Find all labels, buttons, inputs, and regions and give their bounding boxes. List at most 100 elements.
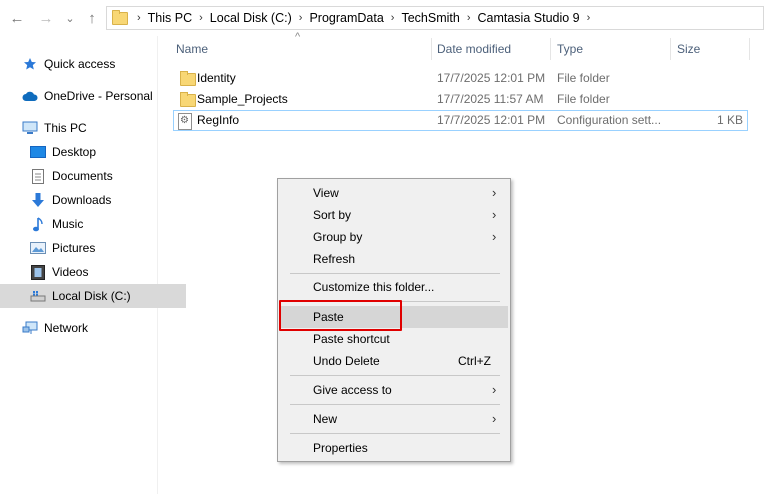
column-divider[interactable]: [749, 38, 750, 60]
computer-icon: [22, 120, 38, 136]
menu-item-label: Undo Delete: [313, 354, 380, 368]
breadcrumb-techsmith[interactable]: TechSmith: [397, 11, 463, 25]
folder-icon: [180, 92, 196, 107]
sidebar-item-desktop[interactable]: Desktop: [0, 140, 186, 164]
sidebar-item-this-pc[interactable]: This PC: [0, 116, 178, 140]
folder-icon: [180, 71, 196, 86]
menu-item-sort-by[interactable]: Sort by ›: [280, 204, 508, 226]
breadcrumb-separator: ›: [586, 12, 591, 24]
back-arrow-icon: ←: [9, 9, 25, 27]
menu-item-new[interactable]: New ›: [280, 408, 508, 430]
sidebar-item-label: Quick access: [44, 57, 116, 71]
navigation-bar: ← → ⌄ ↑ › This PC › Local Disk (C:) › Pr…: [0, 0, 767, 36]
menu-item-give-access-to[interactable]: Give access to ›: [280, 379, 508, 401]
breadcrumb-separator: ›: [199, 12, 203, 24]
star-icon: [22, 56, 38, 72]
sidebar-item-downloads[interactable]: Downloads: [0, 188, 186, 212]
column-divider[interactable]: [670, 38, 671, 60]
folder-icon: [112, 9, 128, 25]
menu-item-label: Group by: [313, 230, 363, 244]
sidebar-item-local-disk[interactable]: Local Disk (C:): [0, 284, 186, 308]
file-type: Configuration sett...: [557, 113, 662, 127]
column-header-date-modified[interactable]: Date modified: [437, 36, 547, 62]
menu-separator: [290, 375, 500, 376]
up-arrow-icon: ↑: [88, 9, 96, 27]
sidebar-item-label: Documents: [52, 169, 113, 183]
sidebar-item-videos[interactable]: Videos: [0, 260, 186, 284]
file-name: RegInfo: [197, 113, 240, 127]
navigation-pane: Quick access OneDrive - Personal This PC…: [0, 36, 186, 494]
column-divider[interactable]: [550, 38, 551, 60]
file-name: Sample_Projects: [197, 92, 288, 106]
menu-item-label: Paste shortcut: [313, 332, 390, 346]
sidebar-item-pictures[interactable]: Pictures: [0, 236, 186, 260]
file-row-identity[interactable]: Identity 17/7/2025 12:01 PM File folder: [173, 68, 748, 89]
menu-item-label: View: [313, 186, 339, 200]
sidebar-item-label: Music: [52, 217, 84, 231]
menu-item-shortcut: Ctrl+Z: [458, 354, 491, 368]
sidebar-item-label: Local Disk (C:): [52, 289, 131, 303]
sidebar-item-label: This PC: [44, 121, 87, 135]
breadcrumb-camtasia-studio-9[interactable]: Camtasia Studio 9: [473, 11, 583, 25]
chevron-right-icon: ›: [492, 411, 497, 426]
menu-item-paste-shortcut[interactable]: Paste shortcut: [280, 328, 508, 350]
file-row-reginfo[interactable]: RegInfo 17/7/2025 12:01 PM Configuration…: [173, 110, 748, 131]
sidebar-item-documents[interactable]: Documents: [0, 164, 186, 188]
file-size: 1 KB: [716, 113, 743, 127]
chevron-right-icon: ›: [492, 382, 497, 397]
file-date: 17/7/2025 12:01 PM: [437, 113, 546, 127]
document-icon: [30, 168, 46, 184]
paste-highlight-box: [279, 300, 402, 331]
file-type: File folder: [557, 92, 610, 106]
sidebar-item-label: Videos: [52, 265, 89, 279]
menu-item-group-by[interactable]: Group by ›: [280, 226, 508, 248]
menu-item-label: Give access to: [313, 383, 392, 397]
column-divider[interactable]: [431, 38, 432, 60]
forward-arrow-icon: →: [38, 9, 54, 27]
sidebar-item-quick-access[interactable]: Quick access: [0, 52, 178, 76]
menu-separator: [290, 404, 500, 405]
file-row-sample-projects[interactable]: Sample_Projects 17/7/2025 11:57 AM File …: [173, 89, 748, 110]
recent-locations-button[interactable]: ⌄: [60, 9, 80, 27]
breadcrumb-separator: ›: [298, 12, 303, 24]
chevron-right-icon: ›: [492, 229, 497, 244]
forward-button[interactable]: →: [36, 9, 56, 27]
config-file-icon: [178, 113, 192, 130]
column-header-name[interactable]: Name: [176, 36, 426, 62]
menu-item-refresh[interactable]: Refresh: [280, 248, 508, 270]
chevron-down-icon: ⌄: [65, 12, 75, 25]
menu-item-label: New: [313, 412, 338, 426]
sidebar-item-label: OneDrive - Personal: [44, 89, 153, 103]
menu-item-label: Properties: [313, 441, 368, 455]
menu-item-undo-delete[interactable]: Undo Delete Ctrl+Z: [280, 350, 508, 372]
sidebar-item-label: Pictures: [52, 241, 96, 255]
menu-item-label: Refresh: [313, 252, 356, 266]
sidebar-item-network[interactable]: Network: [0, 316, 178, 340]
network-icon: [22, 320, 38, 336]
menu-item-label: Customize this folder...: [313, 280, 435, 294]
sidebar-item-onedrive[interactable]: OneDrive - Personal: [0, 84, 178, 108]
address-bar[interactable]: › This PC › Local Disk (C:) › ProgramDat…: [106, 6, 764, 30]
menu-item-label: Sort by: [313, 208, 352, 222]
sidebar-item-label: Network: [44, 321, 89, 335]
download-icon: [30, 192, 46, 208]
up-button[interactable]: ↑: [82, 9, 102, 27]
sidebar-item-label: Downloads: [52, 193, 112, 207]
menu-item-properties[interactable]: Properties: [280, 437, 508, 459]
music-icon: [30, 216, 46, 232]
file-date: 17/7/2025 11:57 AM: [437, 92, 544, 106]
menu-item-view[interactable]: View ›: [280, 182, 508, 204]
breadcrumb-programdata[interactable]: ProgramData: [305, 11, 387, 25]
column-header-size[interactable]: Size: [677, 36, 747, 62]
videos-icon: [30, 264, 46, 280]
menu-item-customize-folder[interactable]: Customize this folder...: [280, 276, 508, 298]
back-button[interactable]: ←: [7, 9, 27, 27]
file-date: 17/7/2025 12:01 PM: [437, 71, 546, 85]
breadcrumb-local-disk[interactable]: Local Disk (C:): [206, 11, 296, 25]
column-header-type[interactable]: Type: [557, 36, 667, 62]
breadcrumb-this-pc[interactable]: This PC: [144, 11, 196, 25]
menu-separator: [290, 273, 500, 274]
pictures-icon: [30, 240, 46, 256]
sidebar-item-music[interactable]: Music: [0, 212, 186, 236]
breadcrumb-separator: ›: [137, 12, 141, 24]
